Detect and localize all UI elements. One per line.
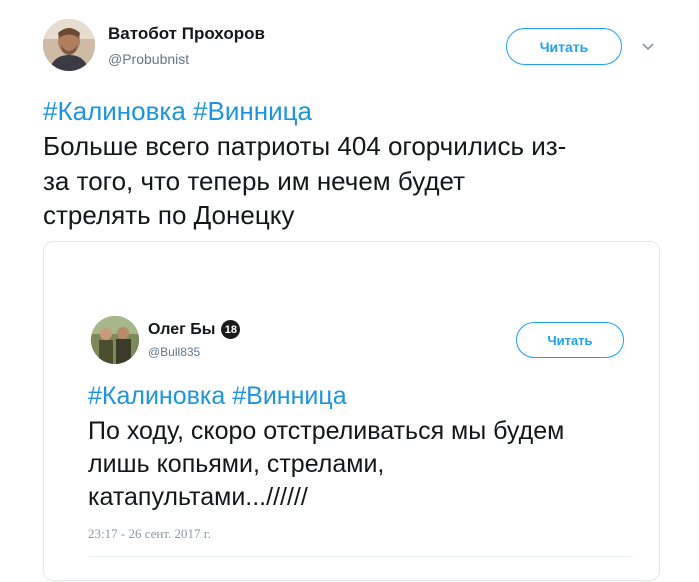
author-name[interactable]: Ватобот Прохоров [108, 24, 265, 44]
quoted-text-line: катапультами...////// [88, 483, 308, 511]
author-handle[interactable]: @Probubnist [108, 51, 189, 67]
quoted-tweet: Олег Бы 18 @Bull835 Читать #Калиновка #В… [44, 242, 661, 582]
tweet: Ватобот Прохоров @Probubnist Читать #Кал… [0, 0, 699, 581]
quoted-text-line: По ходу, скоро отстреливаться мы будем [88, 417, 565, 445]
quoted-author-handle[interactable]: @Bull835 [148, 345, 200, 359]
quoted-text-line: лишь копьями, стрелами, [88, 450, 385, 478]
tweet-text-line: Больше всего патриоты 404 огорчились из- [43, 131, 567, 161]
tweet-hashtags: #Калиновка #Винница [43, 94, 312, 129]
divider [88, 556, 633, 557]
quoted-author-avatar[interactable] [91, 316, 139, 364]
quoted-hashtags: #Калиновка #Винница [88, 380, 347, 413]
embedded-tweet-card[interactable]: Олег Бы 18 @Bull835 Читать #Калиновка #В… [43, 241, 660, 581]
author-avatar[interactable] [43, 19, 95, 71]
hashtag-link[interactable]: #Винница [232, 382, 346, 410]
quoted-author-name[interactable]: Олег Бы [148, 321, 215, 339]
quoted-avatar-image [91, 316, 139, 364]
hashtag-link[interactable]: #Винница [193, 96, 312, 126]
follow-button[interactable]: Читать [506, 28, 622, 65]
quoted-timestamp[interactable]: 23:17 - 26 сент. 2017 г. [88, 526, 211, 542]
author-avatar-image [43, 19, 95, 71]
quoted-author-name-row: Олег Бы 18 [148, 320, 241, 339]
hashtag-link[interactable]: #Калиновка [88, 382, 225, 410]
quoted-follow-button[interactable]: Читать [516, 322, 624, 358]
chevron-down-icon[interactable] [640, 40, 656, 54]
age-badge-icon: 18 [221, 320, 241, 339]
tweet-text-line: за того, что теперь им нечем будет [43, 166, 466, 196]
hashtag-link[interactable]: #Калиновка [43, 96, 186, 126]
tweet-text-line: стрелять по Донецку [43, 200, 295, 230]
